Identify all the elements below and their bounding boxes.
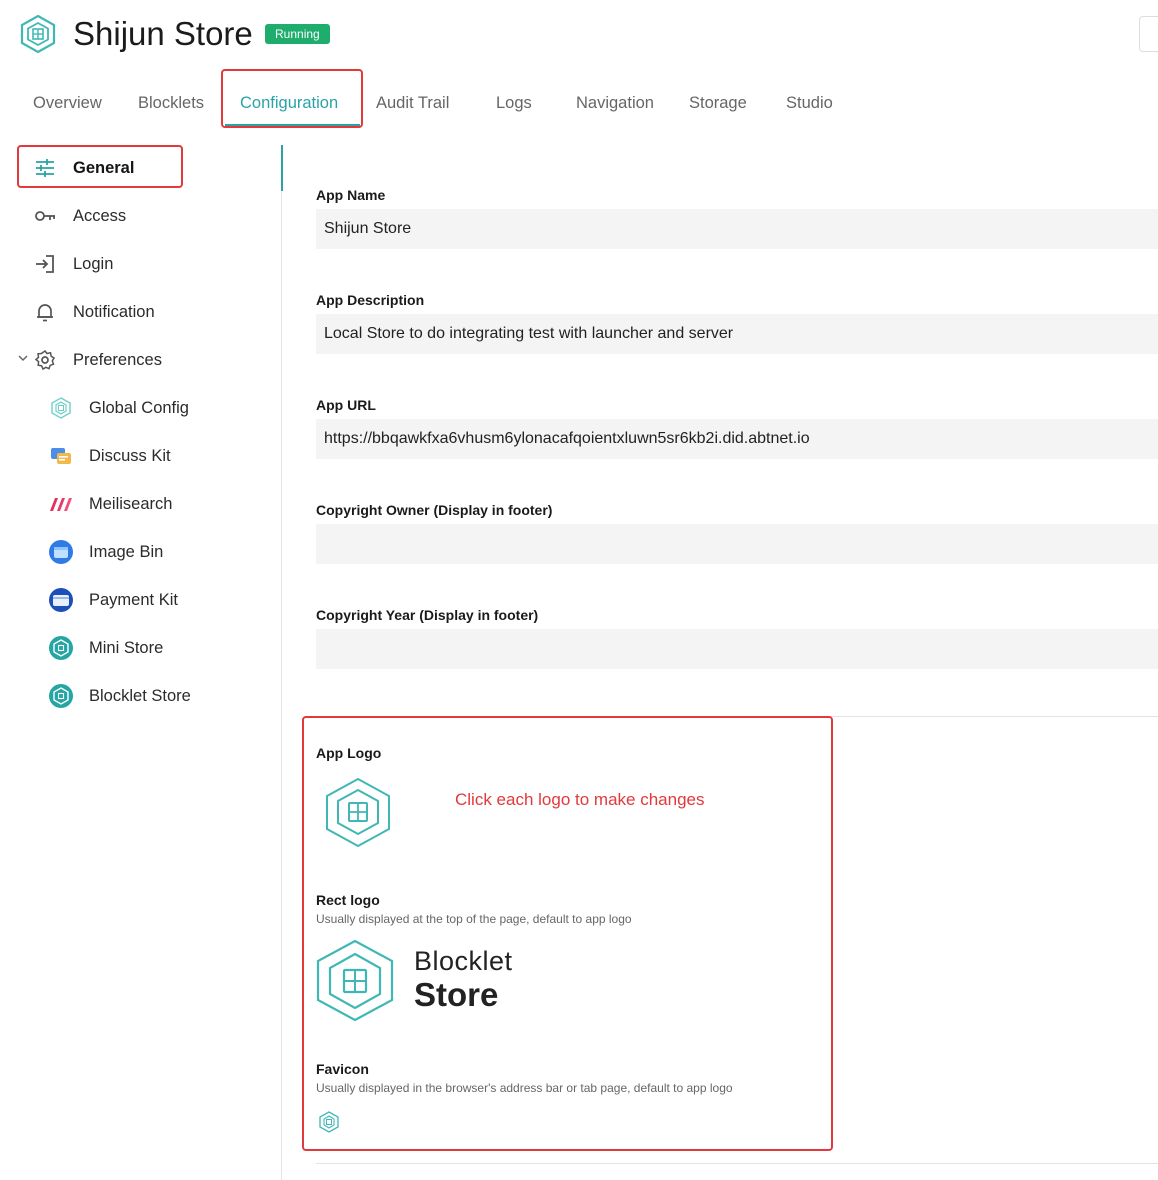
login-icon	[34, 253, 56, 275]
tab-overview[interactable]: Overview	[33, 90, 102, 116]
discuss-kit-icon	[50, 445, 72, 467]
sidebar-item-label: Payment Kit	[89, 591, 178, 609]
sidebar-item-label: Login	[73, 255, 114, 273]
sidebar-item-label: Preferences	[73, 351, 162, 369]
app-url-input[interactable]	[316, 419, 1158, 459]
bell-icon	[34, 301, 56, 323]
sidebar-item-access[interactable]: Access	[0, 196, 280, 236]
mini-store-icon	[48, 635, 74, 661]
sidebar-item-payment-kit[interactable]: Payment Kit	[0, 580, 280, 620]
sidebar-item-label: Notification	[73, 303, 155, 321]
sidebar-item-label: Blocklet Store	[89, 687, 191, 705]
sidebar-item-discuss-kit[interactable]: Discuss Kit	[0, 436, 280, 476]
rect-logo-image[interactable]	[313, 938, 397, 1022]
copyright-year-label: Copyright Year (Display in footer)	[316, 607, 539, 623]
app-description-input[interactable]	[316, 314, 1158, 354]
rect-logo-text-line2: Store	[414, 976, 499, 1013]
page-title: Shijun Store	[73, 15, 253, 52]
tab-studio[interactable]: Studio	[786, 90, 833, 116]
tab-storage[interactable]: Storage	[689, 90, 747, 116]
copyright-year-input[interactable]	[316, 629, 1158, 669]
meilisearch-icon	[50, 493, 72, 515]
favicon-description: Usually displayed in the browser's addre…	[316, 1081, 733, 1095]
tab-highlight-box	[221, 69, 363, 128]
app-description-label: App Description	[316, 292, 425, 308]
sidebar-item-label: Access	[73, 207, 127, 225]
status-badge: Running	[265, 24, 330, 44]
rect-logo-description: Usually displayed at the top of the page…	[316, 912, 632, 926]
app-name-input[interactable]	[316, 209, 1158, 249]
blocklet-store-icon	[48, 683, 74, 709]
app-url-label: App URL	[316, 397, 376, 413]
global-config-icon	[50, 397, 72, 419]
sidebar-item-image-bin[interactable]: Image Bin	[0, 532, 280, 572]
sidebar-item-label: Mini Store	[89, 639, 164, 657]
sidebar-item-login[interactable]: Login	[0, 244, 280, 284]
sidebar-item-blocklet-store[interactable]: Blocklet Store	[0, 676, 280, 716]
logo-hint-annotation: Click each logo to make changes	[455, 790, 705, 809]
general-highlight-box	[17, 145, 183, 188]
rect-logo-text-line1: Blocklet	[414, 946, 513, 976]
image-bin-icon	[48, 539, 74, 565]
app-logo-label: App Logo	[316, 745, 382, 761]
tab-logs[interactable]: Logs	[496, 90, 532, 116]
bottom-divider	[316, 1163, 1158, 1164]
favicon-label: Favicon	[316, 1061, 369, 1077]
sidebar-item-mini-store[interactable]: Mini Store	[0, 628, 280, 668]
tab-navigation[interactable]: Navigation	[576, 90, 654, 116]
payment-kit-icon	[48, 587, 74, 613]
app-logo-icon	[18, 14, 58, 54]
sidebar-item-label: Global Config	[89, 399, 189, 417]
copyright-owner-input[interactable]	[316, 524, 1158, 564]
sidebar-item-notification[interactable]: Notification	[0, 292, 280, 332]
tab-audit-trail[interactable]: Audit Trail	[376, 90, 449, 116]
sidebar-active-indicator	[281, 145, 283, 191]
favicon-image[interactable]	[318, 1111, 340, 1133]
tab-blocklets[interactable]: Blocklets	[138, 90, 204, 116]
key-icon	[34, 205, 56, 227]
app-logo-image[interactable]	[322, 776, 394, 848]
sidebar-item-meilisearch[interactable]: Meilisearch	[0, 484, 280, 524]
chevron-down-icon[interactable]	[16, 351, 30, 365]
header-action-button[interactable]	[1139, 16, 1158, 52]
sidebar-item-label: Discuss Kit	[89, 447, 171, 465]
rect-logo-label: Rect logo	[316, 892, 380, 908]
copyright-owner-label: Copyright Owner (Display in footer)	[316, 502, 553, 518]
sidebar-item-label: Image Bin	[89, 543, 164, 561]
app-name-label: App Name	[316, 187, 386, 203]
sidebar-divider	[281, 145, 282, 1180]
sidebar-item-preferences[interactable]: Preferences	[0, 340, 280, 380]
sidebar-item-label: Meilisearch	[89, 495, 173, 513]
gear-icon	[34, 349, 56, 371]
sidebar-item-global-config[interactable]: Global Config	[0, 388, 280, 428]
